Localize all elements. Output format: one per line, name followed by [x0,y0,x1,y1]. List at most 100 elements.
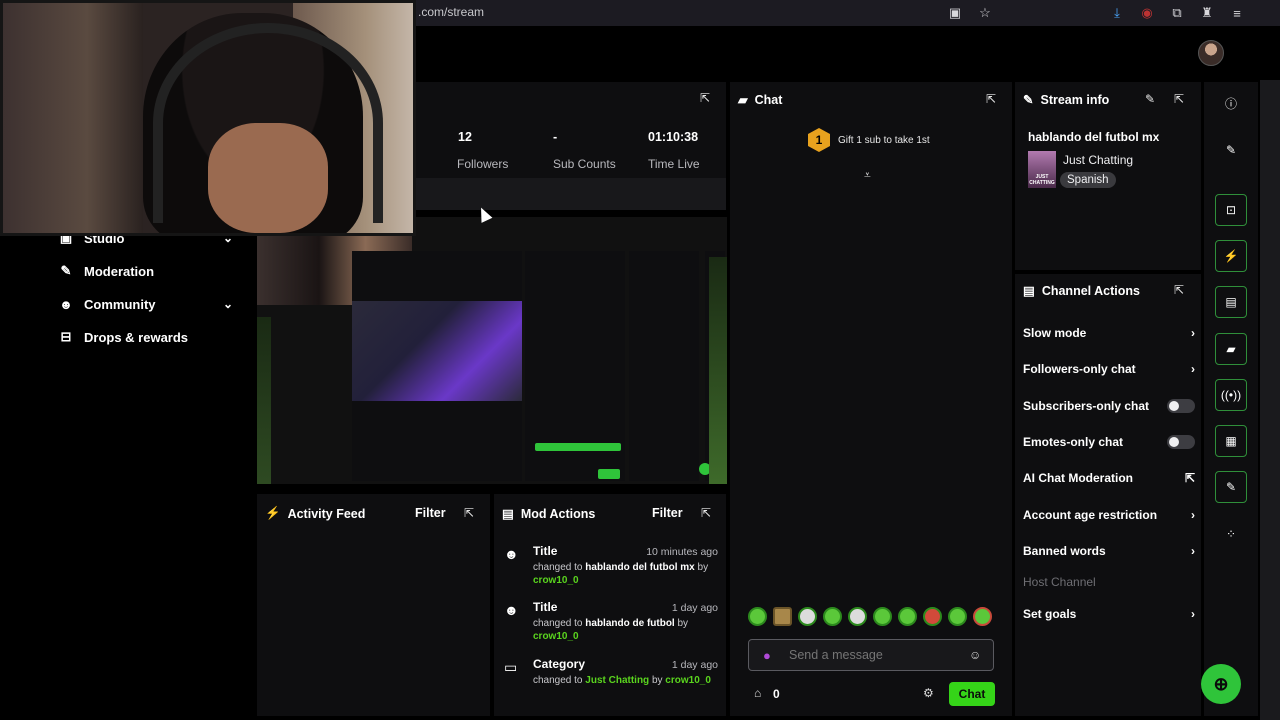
activity-feed-header: ⚡ Activity Feed [265,506,365,521]
popout-icon[interactable]: ⇱ [1174,92,1184,106]
category-thumbnail[interactable]: JUST CHATTING [1028,151,1056,188]
action-label: Account age restriction [1023,508,1158,522]
nav-item-drops-rewards[interactable]: ⊟ Drops & rewards [58,327,189,347]
star-icon[interactable]: ☆ [976,4,994,22]
popout-icon[interactable]: ⇱ [701,506,711,520]
emote-icon[interactable] [973,607,992,626]
user-edit-icon: ☻ [504,546,519,562]
action-account-age[interactable]: Account age restriction › [1023,504,1195,526]
emote-icon[interactable] [823,607,842,626]
action-label: Banned words [1023,544,1106,558]
nav-item-community[interactable]: ☻ Community ⌄ [58,294,233,314]
chat-input[interactable] [789,648,959,662]
download-icon[interactable]: ⤓ [1108,4,1126,22]
microphone-icon[interactable]: ● [763,648,771,663]
gift-icon[interactable]: ♜ [1198,4,1216,22]
edit-pencil-icon[interactable]: ✎ [1145,92,1155,106]
category-icon: ▭ [504,659,518,675]
wrench-icon: ✎ [1023,93,1034,107]
stream-preview[interactable] [257,217,727,484]
support-chat-fab[interactable]: ⊕ [1201,664,1241,704]
broadcast-icon[interactable]: ((•)) [1215,379,1247,411]
time-live-value: 01:10:38 [648,130,699,144]
category-name[interactable]: Just Chatting [1063,153,1133,167]
desc-prefix: changed to [533,562,583,573]
expand-chevron-icon[interactable]: ⩡ [864,168,871,183]
gear-icon[interactable]: ⚙ [923,686,934,700]
mod-username[interactable]: crow10_0 [665,675,711,686]
desc-by: by [651,675,663,686]
subs-value: - [553,130,558,144]
popout-icon[interactable]: ⇱ [986,92,996,106]
url-text[interactable]: .com/stream [418,5,484,19]
desc-value[interactable]: Just Chatting [585,675,649,686]
chevron-right-icon: › [1191,326,1195,340]
mod-username[interactable]: crow10_0 [533,631,579,642]
avatar[interactable] [1198,40,1224,66]
puzzle-icon[interactable]: ⧉ [1168,4,1186,22]
action-label: Followers-only chat [1023,362,1136,376]
emote-icon[interactable] [923,607,942,626]
emotes-only-toggle[interactable] [1167,435,1195,449]
emoji-icon[interactable]: ☺ [969,648,981,662]
emote-icon[interactable] [748,607,767,626]
emote-icon[interactable] [948,607,967,626]
desc-value: hablando de futbol [585,618,675,629]
subscribers-only-toggle[interactable] [1167,399,1195,413]
action-host-channel: Host Channel [1023,571,1195,593]
preview-left-edge [257,317,271,484]
action-ai-chat-moderation[interactable]: AI Chat Moderation ⇱ [1023,467,1195,489]
action-slow-mode[interactable]: Slow mode › [1023,322,1195,344]
external-link-icon: ⇱ [1184,471,1195,485]
info-icon[interactable]: ⓘ [1215,87,1247,119]
mod-action-time: 1 day ago [671,602,718,614]
desc-by: by [697,562,709,573]
extension-icon[interactable]: ◉ [1138,4,1156,22]
gift-sub-banner[interactable]: 1 Gift 1 sub to take 1st [808,128,930,152]
chevron-right-icon: › [1191,362,1195,376]
actions-icon: ▤ [1023,284,1035,298]
action-followers-only[interactable]: Followers-only chat › [1023,358,1195,380]
more-options-icon[interactable]: ⁘ [1215,518,1247,550]
action-banned-words[interactable]: Banned words › [1023,540,1195,562]
mod-username[interactable]: crow10_0 [533,575,579,586]
browser-icons: ▣ ☆ ⤓ ◉ ⧉ ♜ ≡ [946,4,1246,22]
chat-title: Chat [754,92,783,107]
language-tag[interactable]: Spanish [1060,172,1116,188]
store-icon[interactable]: ⌂ [754,686,761,700]
picture-in-picture-icon[interactable]: ▣ [946,4,964,22]
emote-icon[interactable] [898,607,917,626]
screenshot-icon[interactable]: ⊡ [1215,194,1247,226]
send-chat-button[interactable]: Chat [949,682,995,706]
menu-icon[interactable]: ≡ [1228,4,1246,22]
popout-icon[interactable]: ⇱ [1174,283,1184,297]
wrench-icon[interactable]: ✎ [1215,471,1247,503]
followers-value: 12 [458,130,472,144]
page-scrollbar[interactable] [1260,80,1280,720]
people-icon: ☻ [59,296,73,312]
chevron-down-icon[interactable]: ⌄ [223,297,233,311]
stream-info-panel: ✎ Stream info ✎ ⇱ hablando del futbol mx… [1015,82,1201,270]
filter-button[interactable]: Filter [652,506,683,520]
preview-right-edge [709,257,727,484]
lightning-icon[interactable]: ⚡ [1215,240,1247,272]
chat-bubble-icon[interactable]: ▰ [1215,333,1247,365]
nav-item-moderation[interactable]: ✎ Moderation [58,261,155,281]
emote-icon[interactable] [873,607,892,626]
desc-prefix: changed to [533,618,583,629]
mod-action-type: Title [533,600,558,614]
popout-icon[interactable]: ⇱ [700,91,710,105]
filter-button[interactable]: Filter [415,506,446,520]
emote-icon[interactable] [773,607,792,626]
popout-icon[interactable]: ⇱ [464,506,474,520]
activity-feed-title: Activity Feed [287,506,366,521]
emote-icon[interactable] [848,607,867,626]
film-icon[interactable]: ▦ [1215,425,1247,457]
emote-icon[interactable] [798,607,817,626]
preview-chat-button [598,469,620,479]
edit-pencil-icon[interactable]: ✎ [1215,134,1247,166]
action-set-goals[interactable]: Set goals › [1023,603,1195,625]
chat-input-box[interactable]: ● ☺ [748,639,994,671]
notes-icon[interactable]: ▤ [1215,286,1247,318]
